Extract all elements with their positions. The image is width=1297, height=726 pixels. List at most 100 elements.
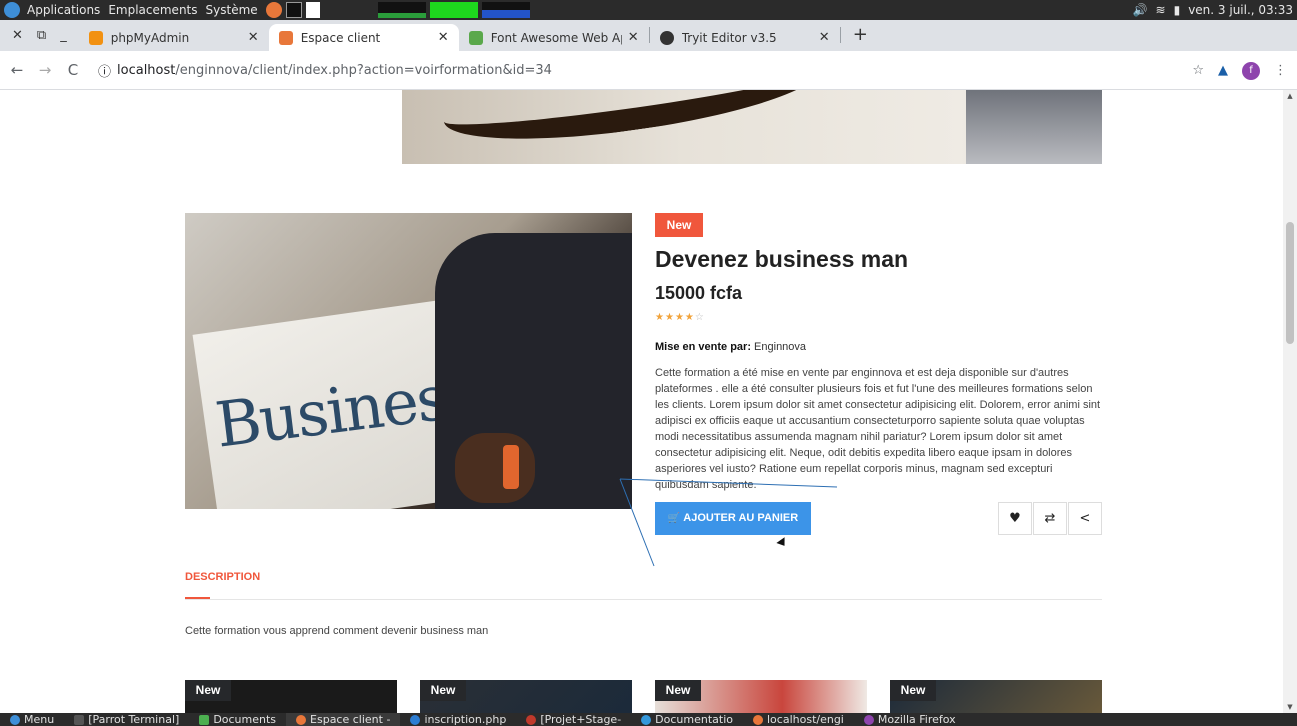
bookmark-star-icon[interactable]: ☆ xyxy=(1192,63,1204,78)
browser-tab-bar: ✕ ⧉ _ phpMyAdmin ✕ Espace client ✕ Font … xyxy=(0,20,1297,51)
taskbar-firefox[interactable]: Mozilla Firefox xyxy=(854,713,966,726)
wifi-icon[interactable]: ≋ xyxy=(1156,3,1166,17)
wristwatch-shape xyxy=(503,445,519,489)
taskbar-inscription[interactable]: inscription.php xyxy=(400,713,516,726)
phpmyadmin-favicon-icon xyxy=(88,30,103,45)
tab-font-awesome[interactable]: Font Awesome Web Applic ✕ xyxy=(459,24,649,51)
chrome-icon xyxy=(296,714,307,725)
parrot-logo-icon[interactable] xyxy=(4,2,20,18)
scrollbar-thumb[interactable] xyxy=(1286,222,1294,344)
heart-icon: ♥ xyxy=(1009,511,1021,526)
tryit-favicon-icon xyxy=(659,30,674,45)
taskbar-label: [Parrot Terminal] xyxy=(88,713,180,726)
star-filled-icon: ★ xyxy=(655,312,665,323)
editor-launcher-icon[interactable] xyxy=(305,2,320,18)
tab-tryit-editor[interactable]: Tryit Editor v3.5 ✕ xyxy=(650,24,840,51)
mouse-cursor-icon xyxy=(776,537,789,549)
terminal-launcher-icon[interactable] xyxy=(285,2,302,18)
product-rating: ★★★★☆ xyxy=(655,312,705,323)
compare-arrows-icon: ⇄ xyxy=(1044,511,1056,526)
profile-avatar[interactable]: f xyxy=(1242,61,1260,80)
add-to-cart-button[interactable]: 🛒 AJOUTER AU PANIER xyxy=(655,502,811,535)
taskbar-documents[interactable]: Documents xyxy=(189,713,286,726)
tab-close-icon[interactable]: ✕ xyxy=(819,30,830,45)
taskbar-localhost[interactable]: localhost/engi xyxy=(743,713,854,726)
document-icon xyxy=(526,714,537,725)
tab-label: Tryit Editor v3.5 xyxy=(681,30,777,45)
taskbar-menu[interactable]: Menu xyxy=(0,713,64,726)
taskbar-label: inscription.php xyxy=(424,713,507,726)
scroll-up-arrow-icon[interactable]: ▲ xyxy=(1283,92,1297,100)
compare-button[interactable]: ⇄ xyxy=(1033,502,1067,535)
terminal-icon xyxy=(74,714,85,725)
taskbar-terminal[interactable]: [Parrot Terminal] xyxy=(64,713,189,726)
firefox-icon xyxy=(863,714,874,725)
tab-close-icon[interactable]: ✕ xyxy=(628,30,639,45)
site-info-icon[interactable]: ⓘ xyxy=(98,61,111,80)
url-host: localhost xyxy=(117,62,176,78)
description-divider xyxy=(185,599,1102,600)
scroll-down-arrow-icon[interactable]: ▼ xyxy=(1283,703,1297,711)
reload-icon[interactable]: C xyxy=(62,61,84,79)
taskbar-documentation[interactable]: Documentatio xyxy=(631,713,743,726)
product-description: Cette formation a été mise en vente par … xyxy=(655,367,1101,491)
new-tab-plus-icon[interactable]: + xyxy=(841,24,880,51)
page-scrollbar[interactable]: ▲ ▼ xyxy=(1283,90,1297,713)
window-restore-icon[interactable]: ⧉ xyxy=(37,28,46,43)
share-icon: < xyxy=(1079,511,1091,526)
back-arrow-icon[interactable]: ← xyxy=(6,61,28,79)
window-close-icon[interactable]: ✕ xyxy=(12,28,23,43)
menu-applications[interactable]: Applications xyxy=(23,3,104,17)
volume-icon[interactable]: 🔊 xyxy=(1133,3,1148,17)
seller-name: Enginnova xyxy=(754,341,807,353)
font-awesome-favicon-icon xyxy=(468,30,483,45)
tab-label: Font Awesome Web Applic xyxy=(490,30,622,45)
taskbar-espace-client[interactable]: Espace client - xyxy=(286,713,401,726)
shopping-cart-icon: 🛒 xyxy=(667,513,681,524)
tab-espace-client[interactable]: Espace client ✕ xyxy=(268,24,459,51)
menu-emplacements[interactable]: Emplacements xyxy=(104,3,201,17)
chrome-icon xyxy=(753,714,763,725)
tab-close-icon[interactable]: ✕ xyxy=(438,30,449,45)
share-button[interactable]: < xyxy=(1068,502,1102,535)
page-viewport: Business New Devenez business man 15000 … xyxy=(0,90,1283,713)
seller-label: Mise en vente par: xyxy=(655,341,751,353)
window-minimize-icon[interactable]: _ xyxy=(60,28,67,43)
related-card-3[interactable]: New xyxy=(655,680,867,713)
related-card-1[interactable]: New xyxy=(185,680,397,713)
tab-phpmyadmin[interactable]: phpMyAdmin ✕ xyxy=(79,24,269,51)
banner-swoosh xyxy=(438,90,826,157)
forward-arrow-icon[interactable]: → xyxy=(34,61,56,79)
related-card-2[interactable]: New xyxy=(420,680,632,713)
related-card-4[interactable]: New xyxy=(890,680,1102,713)
browser-menu-icon[interactable]: ⋮ xyxy=(1274,63,1287,78)
hand-shape xyxy=(455,433,535,503)
new-badge: New xyxy=(420,680,466,701)
taskbar-label: localhost/engi xyxy=(767,713,844,726)
star-filled-icon: ★ xyxy=(684,312,695,323)
product-price: 15000 fcfa xyxy=(655,283,743,303)
taskbar-projet-stage[interactable]: [Projet+Stage- xyxy=(516,713,631,726)
vscode-icon xyxy=(410,714,421,725)
firefox-launcher-icon[interactable] xyxy=(265,2,282,18)
system-top-panel: Applications Emplacements Système 🔊 ≋ ▮ … xyxy=(0,0,1297,20)
tab-label: phpMyAdmin xyxy=(110,30,190,45)
add-to-cart-label: AJOUTER AU PANIER xyxy=(683,512,799,524)
seller-line: Mise en vente par: Enginnova xyxy=(655,341,806,353)
memory-monitor-graph xyxy=(481,2,530,18)
clock[interactable]: ven. 3 juil., 03:33 xyxy=(1188,3,1293,17)
tab-description[interactable]: DESCRIPTION xyxy=(185,571,260,583)
extension-icon[interactable]: ▲ xyxy=(1218,63,1228,78)
wishlist-button[interactable]: ♥ xyxy=(998,502,1032,535)
battery-icon[interactable]: ▮ xyxy=(1174,3,1181,17)
taskbar-label: Espace client - xyxy=(310,713,391,726)
banner-dark-edge xyxy=(966,90,1102,164)
tab-close-icon[interactable]: ✕ xyxy=(248,30,259,45)
menu-systeme[interactable]: Système xyxy=(202,3,262,17)
product-title: Devenez business man xyxy=(655,246,909,272)
taskbar-label: [Projet+Stage- xyxy=(540,713,622,726)
url-field[interactable]: ⓘ localhost/enginnova/client/index.php?a… xyxy=(98,61,552,80)
description-text: Cette formation vous apprend comment dev… xyxy=(185,625,489,637)
window-controls: ✕ ⧉ _ xyxy=(0,28,79,51)
top-banner-image xyxy=(402,90,1102,164)
